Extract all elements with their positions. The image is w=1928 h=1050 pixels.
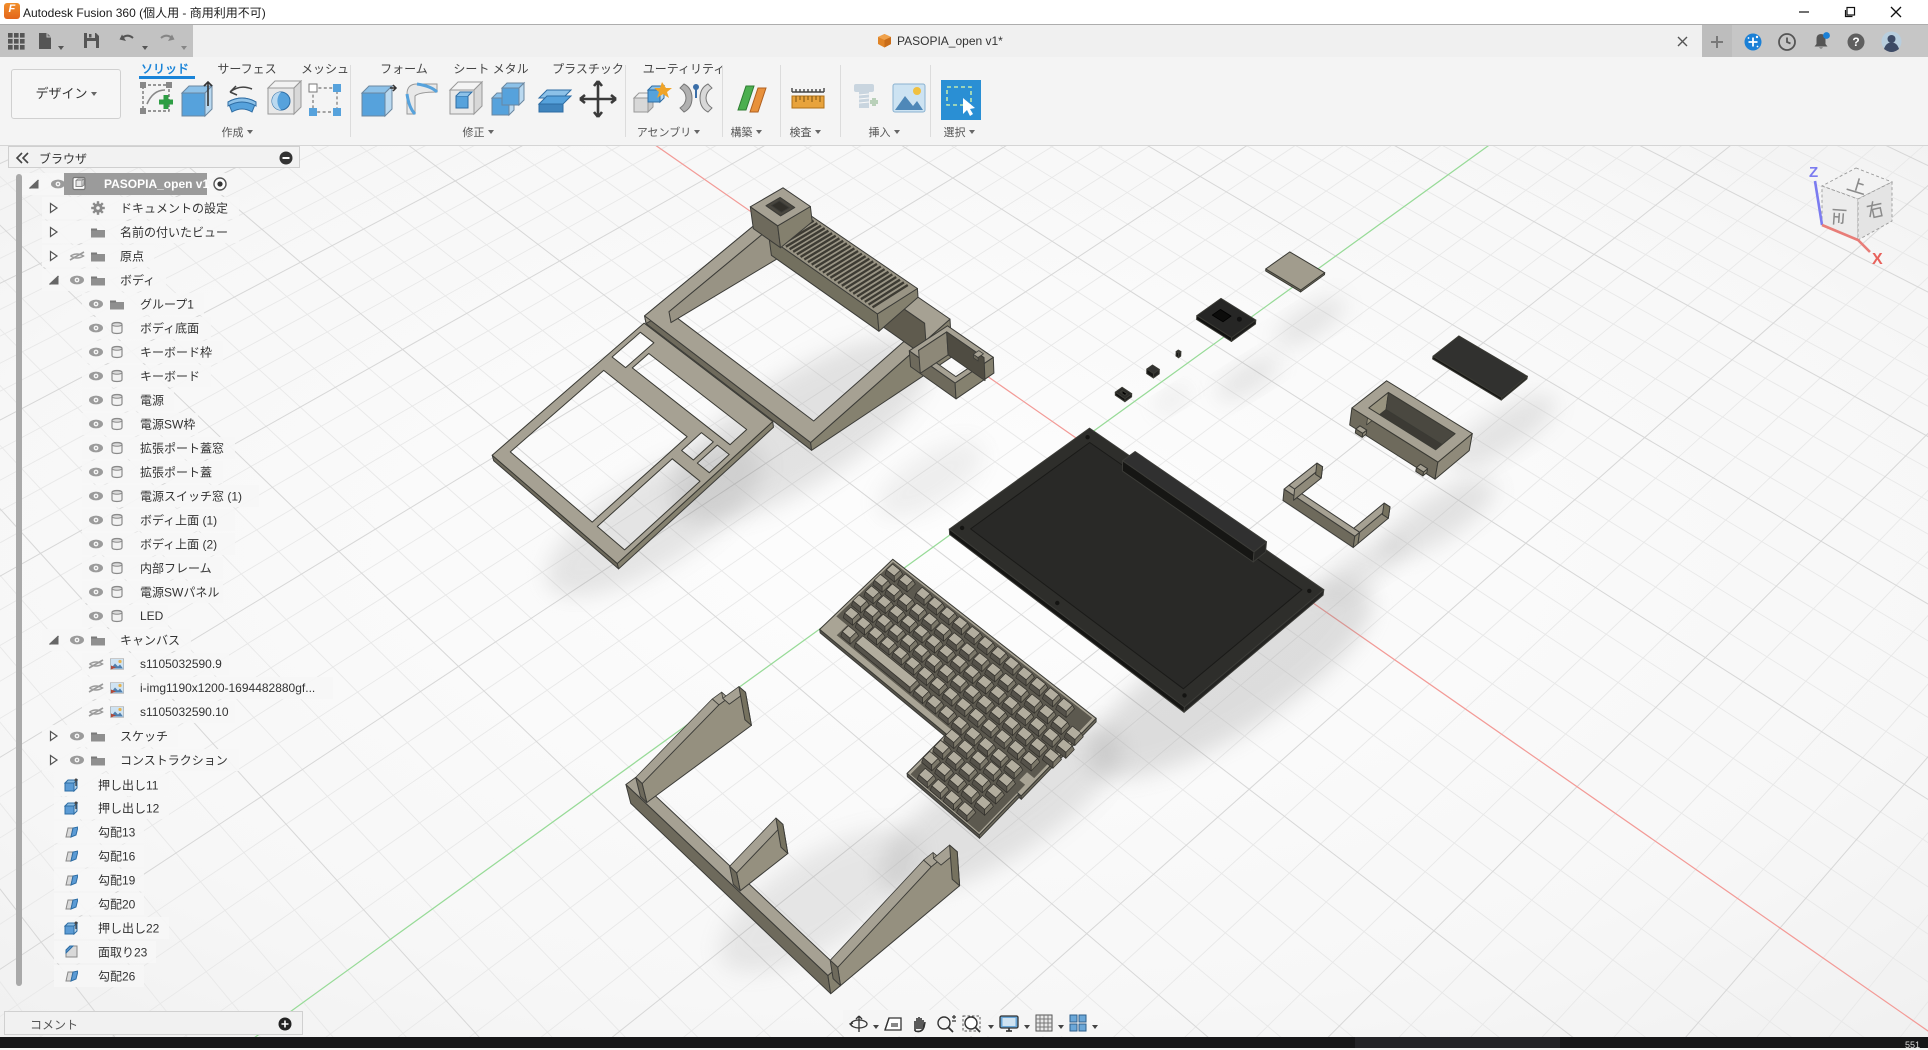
svg-text:X: X — [1872, 251, 1883, 268]
svg-text:?: ? — [1852, 35, 1859, 49]
svg-text:Z: Z — [1809, 164, 1818, 181]
